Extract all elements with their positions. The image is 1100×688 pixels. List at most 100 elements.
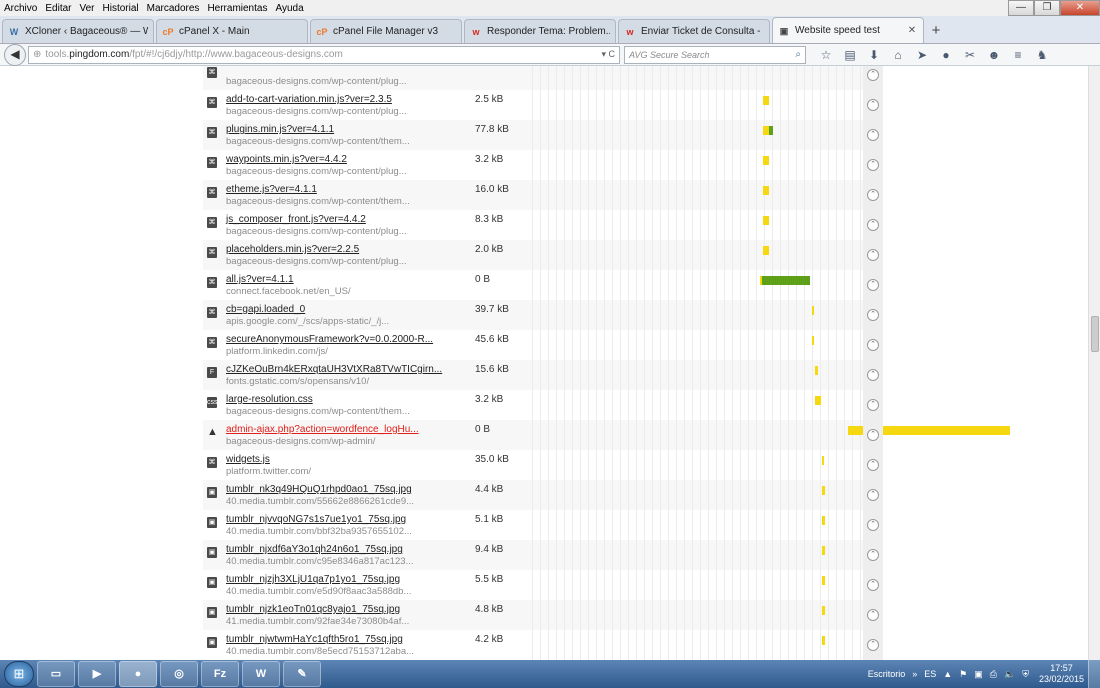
resource-link[interactable]: tumblr_nk3q49HQuQ1rhpd0ao1_75sq.jpg [226,484,412,495]
resource-link[interactable]: large-resolution.css [226,394,313,405]
expand-row-button[interactable]: ⌃ [863,570,883,600]
expand-row-button[interactable]: ⌃ [863,240,883,270]
expand-chevron-icon[interactable]: ⌃ [867,189,879,201]
tools-icon[interactable]: ✂ [958,48,982,62]
monitor-icon[interactable]: ▣ [974,669,983,680]
expand-chevron-icon[interactable]: ⌃ [867,339,879,351]
tab-3[interactable]: cP cPanel File Manager v3 [310,19,462,43]
expand-chevron-icon[interactable]: ⌃ [867,279,879,291]
expand-chevron-icon[interactable]: ⌃ [867,519,879,531]
expand-chevron-icon[interactable]: ⌃ [867,399,879,411]
resource-link[interactable]: placeholders.min.js?ver=2.2.5 [226,244,359,255]
resource-link[interactable]: cb=gapi.loaded_0 [226,304,305,315]
home-icon[interactable]: ⌂ [886,48,910,62]
expand-row-button[interactable]: ⌃ [863,90,883,120]
network-icon[interactable]: ◎ [160,661,198,687]
expand-chevron-icon[interactable]: ⌃ [867,309,879,321]
resource-link[interactable]: tumblr_njzk1eoTn01qc8yajo1_75sq.jpg [226,604,400,615]
tab-4[interactable]: w Responder Tema: Problem... [464,19,616,43]
expand-row-button[interactable]: ⌃ [863,180,883,210]
addon-icon[interactable]: ● [934,48,958,62]
restore-button[interactable]: ❐ [1034,0,1060,16]
explorer-icon[interactable]: ▭ [37,661,75,687]
bookmark-star-icon[interactable]: ☆ [814,48,838,62]
expand-row-button[interactable]: ⌃ [863,300,883,330]
resource-link[interactable]: add-to-cart-variation.min.js?ver=2.3.5 [226,94,392,105]
resource-link[interactable]: all.js?ver=4.1.1 [226,274,294,285]
expand-chevron-icon[interactable]: ⌃ [867,579,879,591]
filezilla-icon[interactable]: Fz [201,661,239,687]
close-tab-icon[interactable]: ✕ [906,25,918,36]
url-bar[interactable]: ⊕ tools. pingdom.com/fpt/#!/cj6djy/http:/… [28,45,620,64]
resource-link[interactable]: js_composer_front.js?ver=4.4.2 [226,214,366,225]
expand-row-button[interactable]: ⌃ [863,66,883,90]
menu-editar[interactable]: Editar [41,3,75,14]
menu-ayuda[interactable]: Ayuda [271,3,307,14]
expand-row-button[interactable]: ⌃ [863,630,883,660]
search-icon[interactable]: ⌕ [795,49,801,60]
expand-chevron-icon[interactable]: ⌃ [867,639,879,651]
desktop-toolbar-label[interactable]: Escritorio [868,669,906,679]
expand-row-button[interactable]: ⌃ [863,420,883,450]
expand-chevron-icon[interactable]: ⌃ [867,69,879,81]
flag-icon[interactable]: ⚑ [959,669,967,680]
resource-link[interactable]: etheme.js?ver=4.1.1 [226,184,317,195]
resource-link[interactable]: tumblr_njzjh3XLjU1qa7p1yo1_75sq.jpg [226,574,400,585]
resource-link[interactable]: admin-ajax.php?action=wordfence_logHu... [226,424,419,435]
shield-icon[interactable]: ⛨ [1022,669,1029,680]
expand-chevron-icon[interactable]: ⌃ [867,99,879,111]
expand-chevron-icon[interactable]: ⌃ [867,609,879,621]
expand-chevron-icon[interactable]: ⌃ [867,489,879,501]
expand-chevron-icon[interactable]: ⌃ [867,249,879,261]
chat-icon[interactable]: ☻ [982,48,1006,62]
volume-icon[interactable]: 🔈 [1004,669,1015,680]
firefox-account-icon[interactable]: ♞ [1030,48,1054,62]
printer-icon[interactable]: ⎙ [990,669,997,680]
up-arrow-icon[interactable]: ▲ [943,669,952,680]
resource-link[interactable]: secureAnonymousFramework?v=0.0.2000-R... [226,334,433,345]
media-player-icon[interactable]: ▶ [78,661,116,687]
resource-link[interactable]: cJZKeOuBrn4kERxqtaUH3VtXRa8TVwTICgirn... [226,364,442,375]
expand-chevron-icon[interactable]: ⌃ [867,459,879,471]
word-icon[interactable]: W [242,661,280,687]
expand-row-button[interactable]: ⌃ [863,510,883,540]
menu-marcadores[interactable]: Marcadores [143,3,204,14]
clock[interactable]: 17:57 23/02/2015 [1039,663,1084,685]
expand-row-button[interactable]: ⌃ [863,330,883,360]
expand-row-button[interactable]: ⌃ [863,600,883,630]
minimize-button[interactable]: — [1008,0,1034,16]
resource-link[interactable]: widgets.js [226,454,270,465]
resource-link[interactable]: tumblr_njvvqoNG7s1s7ue1yo1_75sq.jpg [226,514,406,525]
resource-link[interactable]: tumblr_njwtwmHaYc1qfth5ro1_75sq.jpg [226,634,403,645]
paint-icon[interactable]: ✎ [283,661,321,687]
expand-row-button[interactable]: ⌃ [863,390,883,420]
new-tab-button[interactable]: + [926,19,946,43]
expand-chevron-icon[interactable]: ⌃ [867,369,879,381]
expand-row-button[interactable]: ⌃ [863,360,883,390]
close-button[interactable]: ✕ [1060,0,1100,16]
tab-1[interactable]: W XCloner ‹ Bagaceous® — Wor... [2,19,154,43]
expand-chevron-icon[interactable]: ⌃ [867,219,879,231]
reading-list-icon[interactable]: ▤ [838,48,862,62]
show-desktop-button[interactable] [1088,660,1100,688]
toolbar-chevron-icon[interactable]: » [912,669,917,679]
search-input[interactable]: AVG Secure Search ⌕ [624,45,806,64]
expand-row-button[interactable]: ⌃ [863,150,883,180]
reload-icon[interactable]: ▾ C [601,49,619,60]
menu-historial[interactable]: Historial [99,3,143,14]
download-icon[interactable]: ⬇ [862,48,886,62]
expand-row-button[interactable]: ⌃ [863,270,883,300]
expand-chevron-icon[interactable]: ⌃ [867,129,879,141]
menu-archivo[interactable]: Archivo [0,3,41,14]
menu-herramientas[interactable]: Herramientas [203,3,271,14]
expand-row-button[interactable]: ⌃ [863,540,883,570]
send-icon[interactable]: ➤ [910,48,934,62]
tab-5[interactable]: w Enviar Ticket de Consulta - ... [618,19,770,43]
menu-icon[interactable]: ≡ [1006,48,1030,62]
firefox-icon[interactable]: ● [119,661,157,687]
expand-row-button[interactable]: ⌃ [863,120,883,150]
back-button[interactable]: ◀ [4,43,26,66]
resource-link[interactable]: waypoints.min.js?ver=4.4.2 [226,154,347,165]
scrollbar-thumb[interactable] [1091,316,1099,352]
expand-chevron-icon[interactable]: ⌃ [867,159,879,171]
